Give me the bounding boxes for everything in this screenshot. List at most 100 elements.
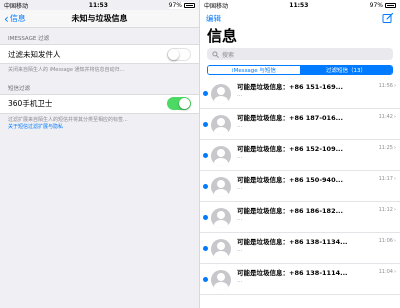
message-time-area: 11:12 › (379, 207, 396, 213)
message-time-area: 11:04 › (379, 269, 396, 275)
message-row[interactable]: 可能是垃圾信息：+86 151-169... 11:56 › … (200, 78, 400, 109)
chevron-right-icon: › (394, 238, 396, 244)
chevron-right-icon: › (394, 176, 396, 182)
battery-area: 97% (168, 1, 195, 9)
screenshot-split: 中国移动 11:53 97% ‹ 信息 未知与垃圾信息 IMESSAGE 过滤 … (0, 0, 400, 308)
search-icon (212, 50, 219, 58)
message-row[interactable]: 可能是垃圾信息：+86 150-940... 11:17 › … (200, 171, 400, 202)
message-preview: … (237, 185, 243, 191)
back-label: 信息 (9, 14, 26, 23)
message-time: 11:06 (378, 238, 393, 244)
message-time-area: 11:56 › (379, 83, 396, 89)
message-header: 可能是垃圾信息：+86 151-169... 11:56 › (237, 81, 396, 91)
sms-filter-app-cell: 360手机卫士 (0, 93, 199, 114)
message-time: 11:56 (378, 83, 393, 89)
status-bar: 中国移动 11:53 97% (200, 0, 400, 10)
filter-segmented-control: iMessage 与短信 过滤短信（13） (207, 65, 393, 75)
message-header: 可能是垃圾信息：+86 187-016... 11:42 › (237, 112, 396, 122)
message-sender: 可能是垃圾信息：+86 151-169... (237, 83, 343, 91)
message-body: 可能是垃圾信息：+86 150-940... 11:17 › … (237, 174, 400, 199)
battery-icon (184, 2, 195, 8)
contact-avatar (211, 239, 231, 259)
unread-dot (203, 184, 208, 189)
message-sender: 可能是垃圾信息：+86 186-182... (237, 207, 343, 215)
chevron-right-icon: › (394, 269, 396, 275)
message-preview: … (237, 123, 243, 129)
message-row[interactable]: 可能是垃圾信息：+86 186-182... 11:12 › … (200, 202, 400, 233)
message-header: 可能是垃圾信息：+86 138-1134... 11:06 › (237, 236, 396, 246)
battery-percent: 97% (168, 1, 182, 9)
sms-section-note: 过滤扩展来自陌生人的短信并将其分类至相应的标签... (8, 116, 128, 123)
message-sender: 可能是垃圾信息：+86 138-1134... (237, 238, 348, 246)
messages-toolbar: 编辑 (200, 10, 400, 26)
settings-pane: 中国移动 11:53 97% ‹ 信息 未知与垃圾信息 IMESSAGE 过滤 … (0, 0, 200, 308)
unread-dot (203, 277, 208, 282)
unread-dot (203, 215, 208, 220)
contact-avatar (211, 270, 231, 290)
filter-unknown-cell: 过滤未知发件人 (0, 44, 199, 64)
message-preview: … (237, 154, 243, 160)
message-time: 11:12 (378, 207, 393, 213)
messages-title: 信息 (207, 27, 238, 45)
clock: 11:53 (88, 1, 108, 9)
carrier: 中国移动 (204, 2, 229, 10)
contact-avatar (211, 177, 231, 197)
tab-filtered-sms[interactable]: 过滤短信（13） (300, 66, 392, 74)
message-body: 可能是垃圾信息：+86 152-109... 11:25 › … (237, 143, 400, 168)
sms-filter-app-label: 360手机卫士 (8, 99, 53, 109)
message-time-area: 11:25 › (379, 145, 396, 151)
sms-section-header: 短信过滤 (8, 85, 31, 92)
message-sender: 可能是垃圾信息：+86 152-109... (237, 145, 343, 153)
message-row[interactable]: 可能是垃圾信息：+86 187-016... 11:42 › … (200, 109, 400, 140)
unread-dot (203, 91, 208, 96)
privacy-link[interactable]: 关于短信过滤扩展与隐私 (8, 124, 191, 131)
message-time-area: 11:17 › (379, 176, 396, 182)
edit-button[interactable]: 编辑 (206, 13, 221, 24)
message-body: 可能是垃圾信息：+86 186-182... 11:12 › … (237, 205, 400, 230)
message-body: 可能是垃圾信息：+86 187-016... 11:42 › … (237, 112, 400, 137)
chevron-left-icon: ‹ (4, 11, 9, 26)
imessage-section-header: IMESSAGE 过滤 (8, 36, 50, 42)
message-time: 11:42 (378, 114, 393, 120)
message-header: 可能是垃圾信息：+86 186-182... 11:12 › (237, 205, 396, 215)
compose-icon[interactable] (382, 12, 394, 24)
sms-section-footer: 过滤扩展来自陌生人的短信并将其分类至相应的标签... 关于短信过滤扩展与隐私 (0, 114, 199, 131)
toggle-knob (179, 98, 190, 110)
message-body: 可能是垃圾信息：+86 151-169... 11:56 › … (237, 81, 400, 106)
contact-avatar (211, 146, 231, 166)
unread-dot (203, 153, 208, 158)
message-body: 可能是垃圾信息：+86 138-1134... 11:06 › … (237, 236, 400, 261)
toggle-knob (168, 48, 179, 60)
tab-imessage-sms[interactable]: iMessage 与短信 (208, 66, 300, 74)
contact-avatar (211, 115, 231, 135)
status-bar: 中国移动 11:53 97% (0, 0, 199, 10)
search-placeholder: 搜索 (222, 51, 235, 59)
clock: 11:53 (289, 1, 309, 9)
message-sender: 可能是垃圾信息：+86 138-1114... (237, 269, 348, 277)
message-time-area: 11:42 › (379, 114, 396, 120)
page-title: 未知与垃圾信息 (71, 14, 128, 23)
sms-filter-app-toggle[interactable] (167, 97, 191, 111)
message-preview: … (237, 92, 243, 98)
message-row[interactable]: 可能是垃圾信息：+86 138-1114... 11:04 › … (200, 264, 400, 295)
message-preview: … (237, 247, 243, 253)
carrier: 中国移动 (4, 2, 29, 10)
chevron-right-icon: › (394, 114, 396, 120)
messages-pane: 中国移动 11:53 97% 编辑 信息 搜索 iMessage 与短信 过滤短… (200, 0, 400, 308)
message-preview: … (237, 216, 243, 222)
message-row[interactable]: 可能是垃圾信息：+86 152-109... 11:25 › … (200, 140, 400, 171)
contact-avatar (211, 84, 231, 104)
message-time: 11:25 (378, 145, 393, 151)
filter-unknown-toggle[interactable] (167, 47, 191, 61)
battery-area: 97% (369, 1, 396, 9)
unread-dot (203, 246, 208, 251)
search-field[interactable]: 搜索 (207, 48, 393, 60)
imessage-section-note: 关闭来自陌生人的 iMessage 通知并将信息自动归... (8, 67, 125, 73)
message-header: 可能是垃圾信息：+86 152-109... 11:25 › (237, 143, 396, 153)
battery-percent: 97% (369, 1, 383, 9)
chevron-right-icon: › (394, 145, 396, 151)
message-row[interactable]: 可能是垃圾信息：+86 138-1134... 11:06 › … (200, 233, 400, 264)
back-button[interactable]: ‹ 信息 (0, 13, 26, 25)
message-list: 可能是垃圾信息：+86 151-169... 11:56 › … 可能是垃圾信息… (200, 78, 400, 295)
chevron-right-icon: › (394, 83, 396, 89)
